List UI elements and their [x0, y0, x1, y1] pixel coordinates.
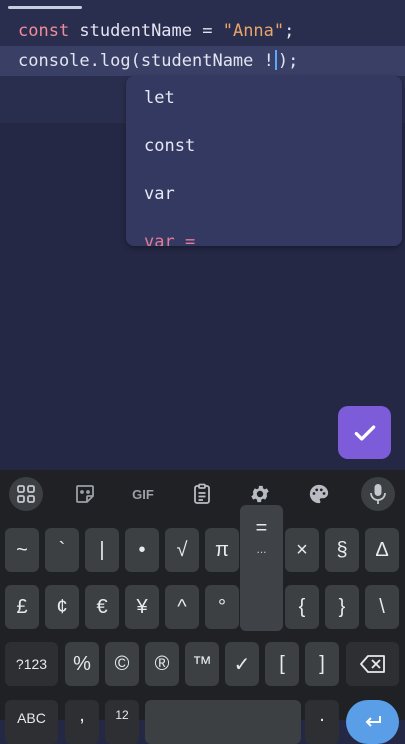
key-backslash[interactable]: \ — [365, 585, 399, 629]
autocomplete-item[interactable]: const — [144, 136, 195, 156]
code-line-1[interactable]: const studentName = "Anna"; — [0, 16, 405, 46]
key-euro[interactable]: € — [85, 585, 119, 629]
voice-input-button[interactable] — [361, 477, 395, 511]
numpad-key[interactable]: 12 — [105, 700, 139, 744]
abc-mode-key[interactable]: ABC — [5, 700, 58, 744]
theme-button[interactable] — [302, 477, 336, 511]
keyword-token: const — [18, 21, 70, 41]
on-screen-keyboard: GIF ~ ` | • √ π = ... × § Δ £ ¢ € ¥ ^ ° … — [0, 470, 405, 744]
key-registered[interactable]: ® — [145, 642, 179, 686]
key-yen[interactable]: ¥ — [125, 585, 159, 629]
more-chars-hint: ... — [256, 542, 267, 556]
backspace-icon — [359, 655, 385, 673]
clipboard-icon — [194, 483, 210, 504]
key-period[interactable]: . — [305, 700, 339, 744]
checkmark-icon — [354, 424, 375, 441]
autocomplete-item[interactable]: var — [144, 184, 175, 204]
key-bullet[interactable]: • — [125, 528, 159, 572]
apps-grid-button[interactable] — [9, 477, 43, 511]
code-text-before-cursor: console.log(studentName ! — [18, 51, 274, 71]
gif-button[interactable]: GIF — [126, 477, 160, 511]
gear-icon — [251, 485, 269, 503]
key-caret[interactable]: ^ — [165, 585, 199, 629]
keyboard-toolbar: GIF — [0, 470, 405, 516]
key-section[interactable]: § — [325, 528, 359, 572]
autocomplete-popup: let const var var = — [126, 76, 402, 246]
text-cursor — [274, 50, 277, 70]
key-right-bracket[interactable]: ] — [305, 642, 339, 686]
key-backtick[interactable]: ` — [45, 528, 79, 572]
key-cent[interactable]: ¢ — [45, 585, 79, 629]
space-bar[interactable] — [145, 700, 301, 744]
palette-icon — [309, 484, 329, 504]
key-right-brace[interactable]: } — [325, 585, 359, 629]
identifier-token: studentName = — [69, 21, 223, 41]
key-pound[interactable]: £ — [5, 585, 39, 629]
microphone-icon — [370, 484, 386, 504]
autocomplete-item[interactable]: var = — [144, 232, 195, 246]
key-multiply[interactable]: × — [285, 528, 319, 572]
key-left-brace[interactable]: { — [285, 585, 319, 629]
code-line-2-active[interactable]: console.log(studentName !); — [0, 46, 405, 76]
key-percent[interactable]: % — [65, 642, 99, 686]
key-copyright[interactable]: © — [105, 642, 139, 686]
confirm-button[interactable] — [338, 406, 391, 459]
code-text-after-cursor: ); — [277, 51, 299, 71]
string-token: "Anna" — [222, 21, 285, 41]
key-delta[interactable]: Δ — [365, 528, 399, 572]
key-degree[interactable]: ° — [205, 585, 239, 629]
key-comma[interactable]: , — [65, 700, 99, 744]
sticker-icon — [76, 485, 94, 503]
tab-indicator — [8, 6, 82, 9]
key-left-bracket[interactable]: [ — [265, 642, 299, 686]
key-equals-label: = — [255, 517, 268, 539]
key-checkmark[interactable]: ✓ — [225, 642, 259, 686]
key-tilde[interactable]: ~ — [5, 528, 39, 572]
key-pipe[interactable]: | — [85, 528, 119, 572]
backspace-key[interactable] — [346, 642, 399, 686]
key-pi[interactable]: π — [205, 528, 239, 572]
grid-icon — [17, 485, 35, 503]
key-sqrt[interactable]: √ — [165, 528, 199, 572]
clipboard-button[interactable] — [185, 477, 219, 511]
symbols-mode-key[interactable]: ?123 — [5, 642, 58, 686]
sticker-button[interactable] — [68, 477, 102, 511]
semicolon-token: ; — [284, 21, 295, 41]
key-equals-pressed[interactable]: = ... — [240, 505, 283, 631]
autocomplete-item[interactable]: let — [144, 88, 175, 108]
enter-icon — [365, 716, 381, 727]
key-trademark[interactable]: ™ — [185, 642, 219, 686]
enter-key[interactable] — [346, 700, 399, 744]
